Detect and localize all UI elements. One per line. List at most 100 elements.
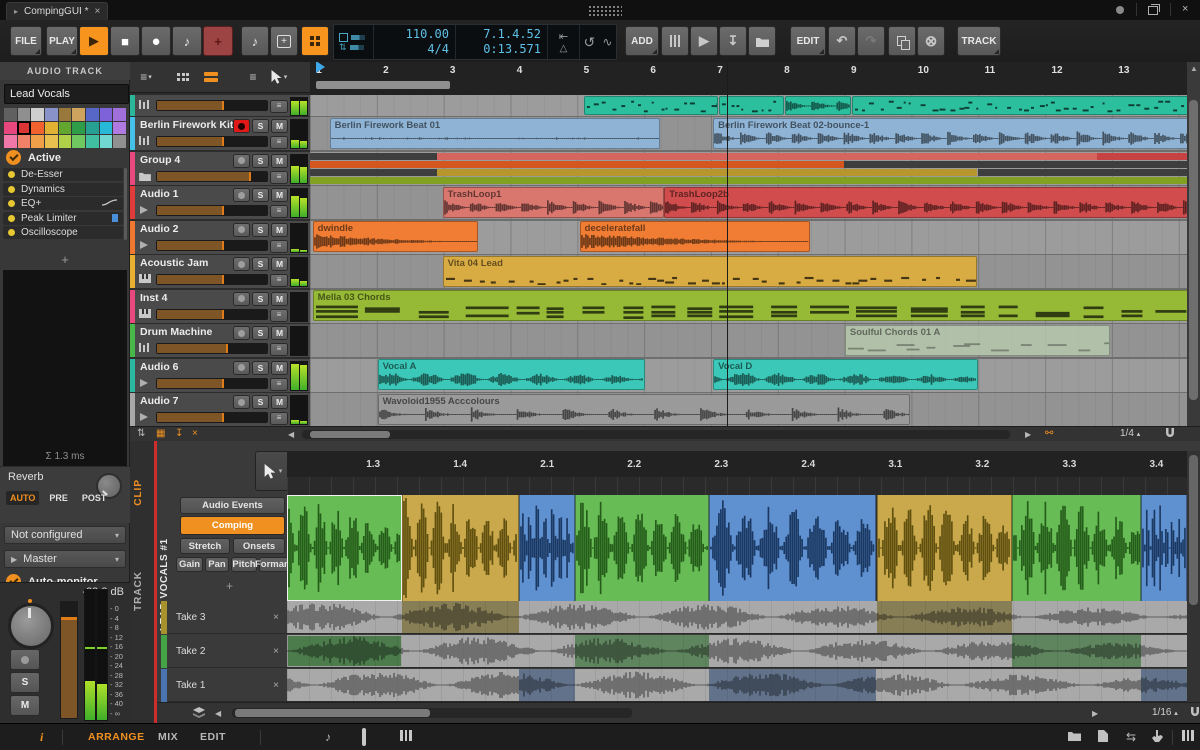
expression-gain-button[interactable]: Gain bbox=[176, 557, 203, 572]
comp-segment[interactable] bbox=[402, 495, 519, 601]
layers-icon[interactable] bbox=[193, 707, 205, 721]
take-comp-region[interactable] bbox=[519, 669, 575, 701]
device-active-led[interactable] bbox=[8, 171, 15, 178]
color-swatch[interactable] bbox=[113, 108, 126, 121]
device-row[interactable]: De-Esser bbox=[3, 168, 123, 181]
track-row[interactable]: Berlin Firework KitSM≡ bbox=[130, 117, 310, 150]
view-tab-arrange[interactable]: ARRANGE bbox=[88, 731, 145, 743]
track-menu-button[interactable]: ≡ bbox=[270, 100, 288, 113]
transport-mode-icons[interactable]: ⇅ bbox=[334, 25, 374, 59]
tempo-value[interactable]: 110.00 bbox=[374, 27, 455, 42]
pointer-tool-icon[interactable]: ▾ bbox=[268, 67, 290, 87]
color-swatch[interactable] bbox=[59, 108, 72, 121]
track-menu-button[interactable]: ≡ bbox=[270, 343, 288, 356]
layer-comping-button[interactable]: Comping bbox=[180, 516, 285, 535]
track-solo-button[interactable]: S bbox=[252, 292, 269, 306]
comp-segment[interactable] bbox=[877, 495, 1012, 601]
position-cell[interactable]: 7.1.4.52 0:13.571 bbox=[456, 25, 548, 59]
grid-view-icon[interactable] bbox=[172, 67, 194, 87]
color-swatch[interactable] bbox=[18, 135, 31, 148]
punch-in-icon[interactable]: ⇤ bbox=[559, 30, 568, 43]
track-arm-button[interactable] bbox=[233, 223, 250, 237]
clip[interactable]: Vita 04 Lead bbox=[443, 256, 978, 287]
scroll-up-icon[interactable]: ▲ bbox=[1190, 64, 1198, 73]
file-panel-icon[interactable] bbox=[1098, 730, 1108, 745]
take-label[interactable]: Take 3× bbox=[168, 601, 287, 634]
track-row[interactable]: Audio 1SM≡ bbox=[130, 186, 310, 219]
delete-button[interactable]: ⊗ bbox=[917, 26, 945, 56]
window-close-icon[interactable]: × bbox=[1182, 3, 1188, 15]
add-device-button[interactable]: + bbox=[0, 252, 130, 267]
add-instrument-button[interactable] bbox=[661, 26, 689, 56]
track-volume-fader[interactable] bbox=[156, 343, 268, 354]
clip-overdub-button[interactable]: ♪ bbox=[241, 26, 269, 56]
add-expression-button[interactable]: + bbox=[172, 579, 287, 593]
take-comp-region[interactable] bbox=[709, 669, 876, 701]
track-row[interactable]: Audio 7SM≡ bbox=[130, 393, 310, 426]
snap-magnet-icon[interactable] bbox=[1190, 707, 1200, 721]
play-button[interactable]: ▶ bbox=[79, 26, 109, 56]
color-swatch[interactable] bbox=[113, 122, 126, 135]
clip[interactable] bbox=[852, 96, 1200, 115]
track-solo-button[interactable]: S bbox=[252, 154, 269, 168]
color-swatch[interactable] bbox=[4, 135, 17, 148]
track-solo-button[interactable]: S bbox=[252, 223, 269, 237]
stop-button[interactable]: ■ bbox=[110, 26, 140, 56]
touch-mode-icon[interactable] bbox=[1152, 730, 1163, 745]
file-menu-button[interactable]: FILE bbox=[10, 26, 42, 56]
pan-knob[interactable] bbox=[8, 603, 54, 649]
track-arm-button[interactable] bbox=[233, 257, 250, 271]
add-effect-button[interactable]: ↧ bbox=[719, 26, 747, 56]
track-solo-button[interactable]: S bbox=[252, 257, 269, 271]
track-mute-button[interactable]: M bbox=[271, 292, 288, 306]
track-mute-button[interactable]: M bbox=[271, 395, 288, 409]
clip[interactable] bbox=[785, 96, 851, 115]
comp-segment[interactable] bbox=[287, 495, 402, 601]
track-mute-button[interactable]: M bbox=[271, 223, 288, 237]
close-detail-icon[interactable]: × bbox=[192, 428, 198, 439]
track-row[interactable]: Drum MachineSM≡ bbox=[130, 324, 310, 357]
clip[interactable]: dwindle bbox=[313, 221, 479, 252]
compare-icon[interactable]: ⇅ bbox=[137, 428, 145, 439]
track-volume-fader[interactable] bbox=[156, 136, 268, 147]
editor-hscrollbar[interactable] bbox=[232, 708, 632, 718]
arranger-grid-setting[interactable]: 1/4 ▴ bbox=[1120, 428, 1140, 439]
record-button[interactable]: ● bbox=[141, 26, 171, 56]
add-menu-button[interactable]: ADD bbox=[625, 26, 659, 56]
tempo-cell[interactable]: 110.00 4/4 bbox=[374, 25, 456, 59]
take-label[interactable]: Take 1× bbox=[168, 669, 287, 702]
track-row[interactable]: Acoustic JamSM≡ bbox=[130, 255, 310, 288]
snap-magnet-icon[interactable] bbox=[1165, 428, 1175, 442]
track-arm-button[interactable] bbox=[233, 154, 250, 168]
song-position[interactable]: 7.1.4.52 bbox=[456, 27, 547, 42]
io-swap-icon[interactable]: ⇆ bbox=[1126, 730, 1136, 744]
track-menu-button[interactable]: ≡ bbox=[270, 412, 288, 425]
track-menu-button[interactable]: TRACK bbox=[957, 26, 1001, 56]
color-swatch[interactable] bbox=[72, 135, 85, 148]
track-menu-button[interactable]: ≡ bbox=[270, 205, 288, 218]
track-menu-button[interactable]: ≡ bbox=[270, 378, 288, 391]
color-swatch[interactable] bbox=[86, 122, 99, 135]
track-row[interactable]: Audio 2SM≡ bbox=[130, 221, 310, 254]
clip[interactable]: Soulful Chords 01 A bbox=[845, 325, 1110, 356]
take-remove-icon[interactable]: × bbox=[273, 612, 279, 623]
track-row[interactable]: ≡ bbox=[130, 95, 310, 116]
color-swatch[interactable] bbox=[31, 108, 44, 121]
punch-metronome-cell[interactable]: ⇤ △ bbox=[548, 25, 580, 59]
send-mode-post[interactable]: POST bbox=[78, 491, 111, 505]
device-active-led[interactable] bbox=[8, 200, 15, 207]
view-tab-mix[interactable]: MIX bbox=[158, 731, 178, 743]
loop-icon[interactable]: ↺ bbox=[584, 34, 596, 51]
track-volume-fader[interactable] bbox=[156, 240, 268, 251]
color-swatch[interactable] bbox=[45, 122, 58, 135]
undo-button[interactable]: ↶ bbox=[828, 26, 856, 56]
editor-grid-setting[interactable]: 1/16 ▴ bbox=[1152, 707, 1178, 718]
track-volume-fader[interactable] bbox=[156, 100, 268, 111]
take-comp-region[interactable] bbox=[287, 635, 402, 667]
track-volume-fader[interactable] bbox=[156, 274, 268, 285]
device-row[interactable]: Dynamics bbox=[3, 183, 123, 196]
track-mute-button[interactable]: M bbox=[271, 188, 288, 202]
clip[interactable]: TrashLoop1 bbox=[443, 187, 665, 218]
color-swatch[interactable] bbox=[100, 108, 113, 121]
color-swatch[interactable] bbox=[86, 108, 99, 121]
